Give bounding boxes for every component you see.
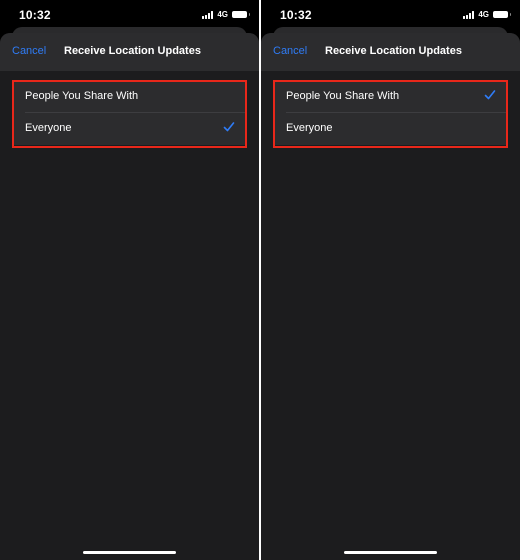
signal-icon <box>463 11 474 19</box>
cancel-button[interactable]: Cancel <box>12 45 46 57</box>
page-title: Receive Location Updates <box>64 45 201 57</box>
status-bar: 10:32 4G <box>0 0 259 30</box>
option-everyone[interactable]: Everyone <box>14 113 245 145</box>
status-bar: 10:32 4G <box>261 0 520 30</box>
page-title: Receive Location Updates <box>325 45 462 57</box>
nav-bar: Cancel Receive Location Updates <box>0 33 259 71</box>
network-type: 4G <box>217 10 228 19</box>
battery-icon <box>232 11 250 18</box>
option-label: Everyone <box>286 122 333 134</box>
checkmark-icon <box>484 90 496 100</box>
cancel-button[interactable]: Cancel <box>273 45 307 57</box>
status-time: 10:32 <box>280 8 312 22</box>
checkmark-icon <box>223 122 235 132</box>
option-label: Everyone <box>25 122 72 134</box>
phone-screen-people-you-share-with: 10:32 4G Cancel Receive Location Updates… <box>261 0 520 560</box>
option-everyone[interactable]: Everyone <box>275 113 506 145</box>
options-list: People You Share With Everyone <box>14 81 245 145</box>
modal-sheet: Cancel Receive Location Updates People Y… <box>261 33 520 560</box>
options-list: People You Share With Everyone <box>275 81 506 145</box>
battery-icon <box>493 11 511 18</box>
option-label: People You Share With <box>25 90 139 102</box>
option-label: People You Share With <box>286 90 400 102</box>
phone-screen-everyone: 10:32 4G Cancel Receive Location Updates… <box>0 0 259 560</box>
option-people-you-share-with[interactable]: People You Share With <box>14 81 245 113</box>
status-time: 10:32 <box>19 8 51 22</box>
option-people-you-share-with[interactable]: People You Share With <box>275 81 506 113</box>
modal-sheet: Cancel Receive Location Updates People Y… <box>0 33 259 560</box>
home-indicator[interactable] <box>83 551 176 554</box>
signal-icon <box>202 11 213 19</box>
nav-bar: Cancel Receive Location Updates <box>261 33 520 71</box>
network-type: 4G <box>478 10 489 19</box>
home-indicator[interactable] <box>344 551 437 554</box>
